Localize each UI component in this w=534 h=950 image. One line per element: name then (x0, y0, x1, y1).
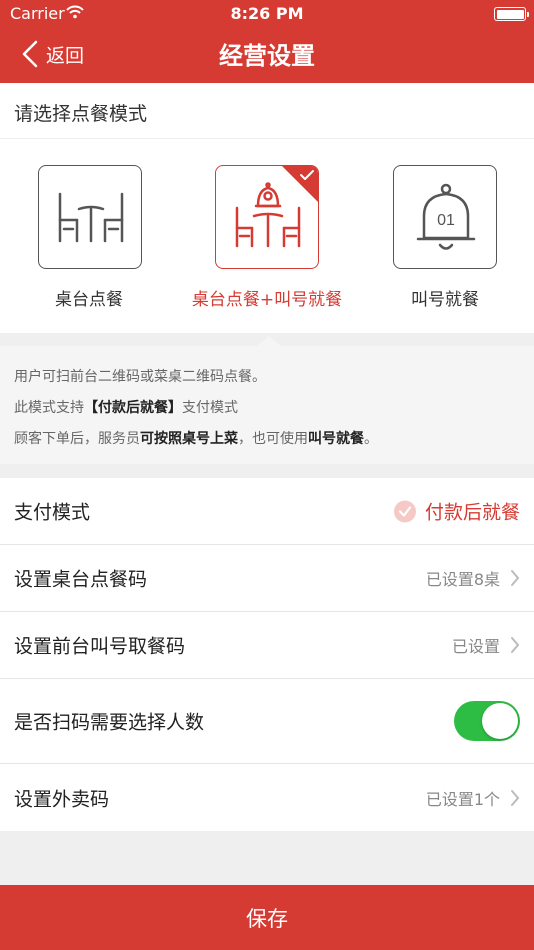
check-icon (300, 170, 314, 180)
page-title: 经营设置 (219, 42, 315, 70)
status-bar: Carrier 8:26 PM (0, 0, 534, 28)
row-label: 支付模式 (14, 501, 91, 524)
mode-label-bell: 叫号就餐 (411, 290, 479, 310)
desc-line-1: 用户可扫前台二维码或菜桌二维码点餐。 (14, 369, 266, 385)
table-chairs-icon (58, 192, 124, 243)
check-circle-icon (393, 500, 416, 522)
mode-label-table-bell: 桌台点餐+叫号就餐 (191, 290, 343, 310)
row-value: 已设置 (451, 637, 500, 656)
desc-line-3: 顾客下单后，服务员可按照桌号上菜，也可使用叫号就餐。 (14, 431, 378, 447)
desc-line-2: 此模式支持【付款后就餐】支付模式 (14, 400, 238, 416)
mode-description: 用户可扫前台二维码或菜桌二维码点餐。 此模式支持【付款后就餐】支付模式 顾客下单… (0, 336, 534, 464)
battery-icon (494, 7, 529, 21)
desc-pointer (257, 336, 281, 346)
row-value: 已设置8桌 (425, 570, 500, 589)
section-title: 请选择点餐模式 (14, 103, 148, 125)
mode-label-table: 桌台点餐 (55, 290, 123, 310)
toggle-knob (482, 703, 518, 739)
nav-bar: Carrier 8:26 PM 返回 经营设置 (0, 0, 534, 83)
pay-mode-value: 付款后就餐 (393, 498, 520, 525)
mode-option-bell[interactable]: 01 (393, 165, 497, 269)
chevron-right-icon (511, 570, 520, 586)
order-mode-section: 请选择点餐模式 桌台点餐 桌台点餐+叫号就餐 01 叫号就餐 (0, 83, 534, 333)
svg-text:01: 01 (437, 212, 455, 229)
divider (0, 138, 534, 139)
row-value: 已设置1个 (425, 789, 500, 809)
row-label: 是否扫码需要选择人数 (14, 711, 205, 734)
row-pay-mode[interactable]: 支付模式 付款后就餐 (0, 478, 534, 545)
headcount-toggle[interactable] (454, 701, 520, 741)
chevron-right-icon (511, 637, 520, 653)
row-label: 设置外卖码 (14, 788, 110, 810)
row-front-code[interactable]: 设置前台叫号取餐码 已设置 (0, 612, 534, 679)
row-label: 设置前台叫号取餐码 (14, 635, 186, 658)
row-headcount: 是否扫码需要选择人数 (0, 679, 534, 764)
row-takeout-code[interactable]: 设置外卖码 已设置1个 (0, 764, 534, 831)
bell-number-icon: 01 (416, 183, 476, 250)
settings-list: 支付模式 付款后就餐 设置桌台点餐码 已设置8桌 设置前台叫号取餐码 已设置 是… (0, 478, 534, 831)
mode-option-table-bell[interactable] (215, 165, 319, 269)
save-button[interactable]: 保存 (0, 885, 534, 950)
row-label: 设置桌台点餐码 (14, 568, 148, 591)
status-time: 8:26 PM (230, 4, 304, 23)
mode-option-table[interactable] (38, 165, 142, 269)
chevron-right-icon (511, 789, 520, 806)
row-table-code[interactable]: 设置桌台点餐码 已设置8桌 (0, 545, 534, 612)
